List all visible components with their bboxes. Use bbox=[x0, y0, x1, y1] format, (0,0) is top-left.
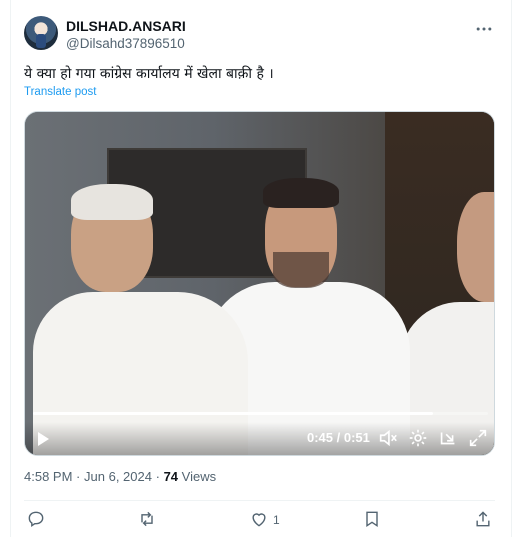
like-button[interactable]: 1 bbox=[249, 508, 280, 532]
video-scrubber[interactable] bbox=[33, 412, 488, 415]
person-center-beard bbox=[273, 252, 329, 288]
video-player[interactable]: 0:45 / 0:51 bbox=[24, 111, 495, 456]
display-name[interactable]: DILSHAD.ANSARI bbox=[66, 17, 186, 35]
mute-icon[interactable] bbox=[377, 427, 399, 449]
video-controls: 0:45 / 0:51 bbox=[25, 422, 494, 455]
share-icon bbox=[473, 509, 493, 532]
person-left-hair bbox=[71, 184, 153, 220]
meta-separator: · bbox=[76, 469, 81, 484]
video-frame bbox=[25, 112, 494, 455]
like-icon bbox=[249, 509, 269, 532]
scrubber-progress bbox=[33, 412, 434, 415]
settings-icon[interactable] bbox=[407, 427, 429, 449]
repost-button[interactable] bbox=[137, 508, 161, 532]
bookmark-icon bbox=[362, 509, 382, 532]
more-horizontal-icon[interactable] bbox=[474, 19, 494, 39]
tweet-header: DILSHAD.ANSARI @Dilsahd37896510 bbox=[24, 16, 494, 54]
person-center-hair bbox=[263, 178, 339, 208]
repost-icon bbox=[137, 509, 157, 532]
post-time[interactable]: 4:58 PM bbox=[24, 469, 72, 484]
user-handle[interactable]: @Dilsahd37896510 bbox=[66, 35, 186, 53]
reply-icon bbox=[26, 509, 46, 532]
tweet-metadata: 4:58 PM · Jun 6, 2024 · 74 Views bbox=[24, 469, 216, 484]
views-count: 74 bbox=[163, 469, 179, 484]
translate-post-link[interactable]: Translate post bbox=[24, 86, 96, 98]
author-block[interactable]: DILSHAD.ANSARI @Dilsahd37896510 bbox=[66, 17, 186, 53]
action-bar: 1 bbox=[24, 508, 495, 534]
share-button[interactable] bbox=[473, 508, 493, 532]
dock-icon[interactable] bbox=[437, 427, 459, 449]
like-count: 1 bbox=[273, 513, 280, 527]
meta-separator: · bbox=[155, 469, 160, 484]
reply-button[interactable] bbox=[26, 508, 50, 532]
divider bbox=[24, 500, 495, 501]
bookmark-button[interactable] bbox=[362, 508, 382, 532]
post-date[interactable]: Jun 6, 2024 bbox=[84, 469, 152, 484]
views-label: Views bbox=[181, 469, 217, 484]
video-time: 0:45 / 0:51 bbox=[307, 430, 370, 445]
avatar[interactable] bbox=[24, 16, 58, 50]
fullscreen-icon[interactable] bbox=[467, 427, 489, 449]
tweet-text: ये क्या हो गया कांग्रेस कार्यालय में खेल… bbox=[24, 66, 274, 82]
play-icon[interactable] bbox=[38, 432, 49, 446]
